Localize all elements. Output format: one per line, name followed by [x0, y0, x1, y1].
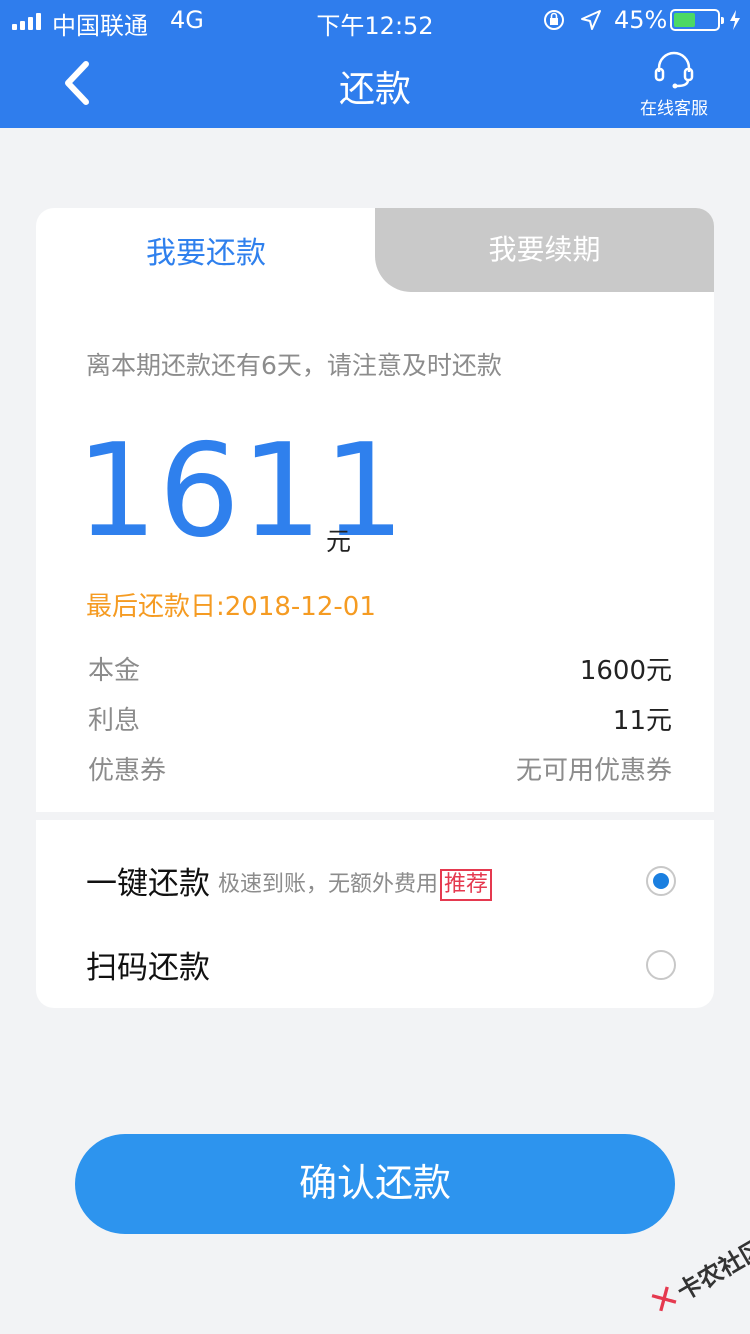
recommend-tag: 推荐 — [440, 869, 493, 901]
support-label: 在线客服 — [640, 99, 708, 119]
status-bar: 中国联通 4G 下午12:52 45% — [0, 0, 750, 40]
repayment-notice: 离本期还款还有6天，请注意及时还款 — [86, 351, 502, 380]
detail-value: 无可用优惠券 — [515, 756, 672, 786]
method-name: 一键还款 — [86, 866, 210, 902]
repayment-card: 我要还款 我要续期 离本期还款还有6天，请注意及时还款 1611 元 最后还款日… — [36, 208, 714, 1008]
due-date: 最后还款日:2018-12-01 — [86, 592, 376, 622]
amount-unit: 元 — [326, 527, 352, 556]
location-arrow-icon — [581, 10, 601, 30]
detail-value: 11元 — [612, 706, 672, 736]
detail-label: 本金 — [88, 656, 141, 686]
confirm-repay-button[interactable]: 确认还款 — [75, 1134, 675, 1234]
radio-unselected[interactable] — [646, 950, 676, 980]
watermark-text: 卡农社区 — [672, 1233, 750, 1307]
method-name: 扫码还款 — [86, 950, 210, 986]
radio-selected[interactable] — [646, 866, 676, 896]
detail-row-principal: 本金 1600元 — [88, 650, 672, 688]
detail-row-coupon[interactable]: 优惠券 无可用优惠券 — [88, 750, 672, 788]
method-scan-code[interactable]: 扫码还款 — [86, 942, 676, 992]
charging-bolt-icon — [730, 10, 740, 30]
tab-repay[interactable]: 我要还款 — [36, 208, 376, 300]
headset-icon — [654, 51, 694, 89]
orientation-lock-icon — [544, 10, 564, 30]
method-desc: 极速到账，无额外费用 推荐 — [218, 866, 493, 901]
method-one-click[interactable]: 一键还款 极速到账，无额外费用 推荐 — [86, 858, 676, 908]
battery-fill — [674, 13, 695, 27]
tab-renew[interactable]: 我要续期 — [375, 208, 714, 292]
section-divider — [36, 812, 714, 820]
detail-label: 利息 — [88, 706, 141, 736]
battery-percent: 45% — [614, 6, 668, 34]
watermark-logo: ✕ 卡农社区 — [631, 1216, 750, 1334]
repayment-amount: 1611 — [76, 417, 406, 566]
battery-icon — [670, 9, 724, 31]
detail-label: 优惠券 — [88, 756, 167, 786]
detail-value: 1600元 — [579, 656, 672, 686]
detail-row-interest: 利息 11元 — [88, 700, 672, 738]
online-support-button[interactable]: 在线客服 — [634, 50, 714, 119]
app-header: 中国联通 4G 下午12:52 45% 还款 在线客服 — [0, 0, 750, 128]
